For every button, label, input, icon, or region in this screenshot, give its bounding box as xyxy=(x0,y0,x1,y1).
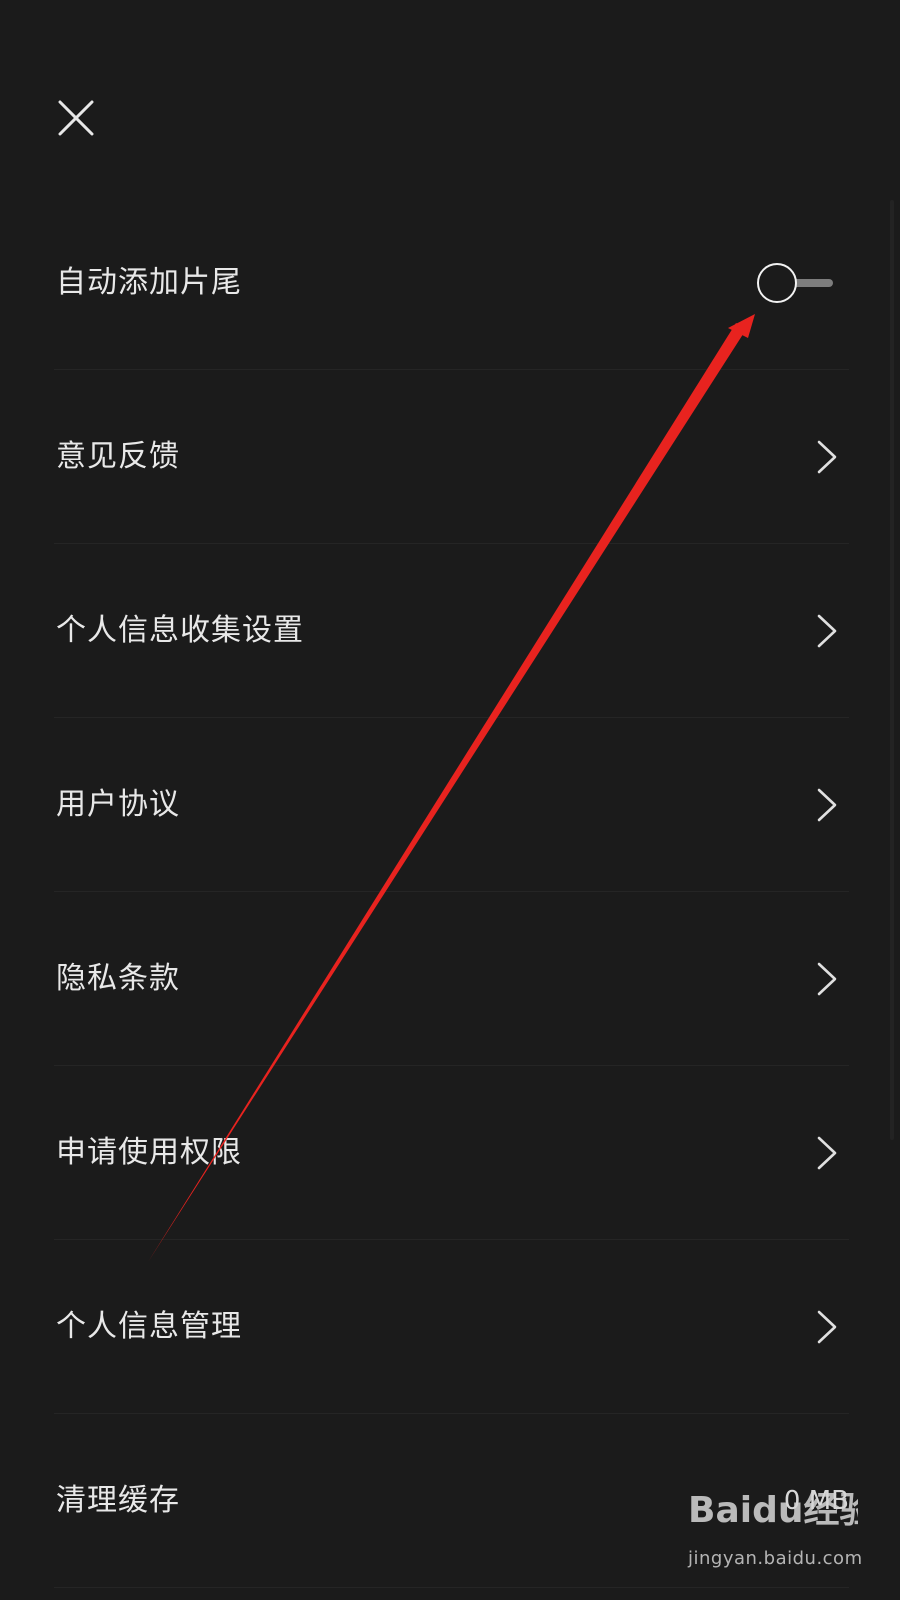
settings-row-user-agreement[interactable]: 用户协议 xyxy=(54,718,849,892)
settings-row-label: 自动添加片尾 xyxy=(56,265,242,300)
settings-row-label: 用户协议 xyxy=(56,787,180,822)
chevron-right-icon xyxy=(815,1135,839,1171)
baidu-logo: Baidu经验 xyxy=(688,1474,858,1536)
settings-row-request-permissions[interactable]: 申请使用权限 xyxy=(54,1066,849,1240)
settings-row-label: 申请使用权限 xyxy=(56,1135,242,1170)
settings-row-label: 个人信息收集设置 xyxy=(56,613,304,648)
scrollbar[interactable] xyxy=(890,200,894,1140)
baidu-jingyan-watermark: Baidu经验 jingyan.baidu.com xyxy=(688,1468,862,1578)
settings-row-feedback[interactable]: 意见反馈 xyxy=(54,370,849,544)
settings-row-label: 清理缓存 xyxy=(56,1483,180,1518)
baidu-logo-text: Baidu经验 xyxy=(688,1490,858,1531)
settings-row-personal-info-collection[interactable]: 个人信息收集设置 xyxy=(54,544,849,718)
close-button[interactable] xyxy=(56,98,98,140)
chevron-right-icon xyxy=(815,439,839,475)
close-icon xyxy=(58,100,94,136)
settings-list: 自动添加片尾 意见反馈 个人信息收集设置 用户协议 隐私条款 申请使用权限 个人… xyxy=(54,196,849,1588)
settings-row-personal-info-management[interactable]: 个人信息管理 xyxy=(54,1240,849,1414)
chevron-right-icon xyxy=(815,1309,839,1345)
settings-row-auto-add-ending[interactable]: 自动添加片尾 xyxy=(54,196,849,370)
chevron-right-icon xyxy=(815,613,839,649)
toggle-knob xyxy=(757,263,797,303)
watermark-url: jingyan.baidu.com xyxy=(688,1548,863,1569)
chevron-right-icon xyxy=(815,961,839,997)
settings-row-privacy-terms[interactable]: 隐私条款 xyxy=(54,892,849,1066)
auto-add-ending-toggle[interactable] xyxy=(757,263,835,303)
settings-row-label: 隐私条款 xyxy=(56,961,180,996)
settings-row-label: 意见反馈 xyxy=(56,439,180,474)
settings-row-label: 个人信息管理 xyxy=(56,1309,242,1344)
chevron-right-icon xyxy=(815,787,839,823)
